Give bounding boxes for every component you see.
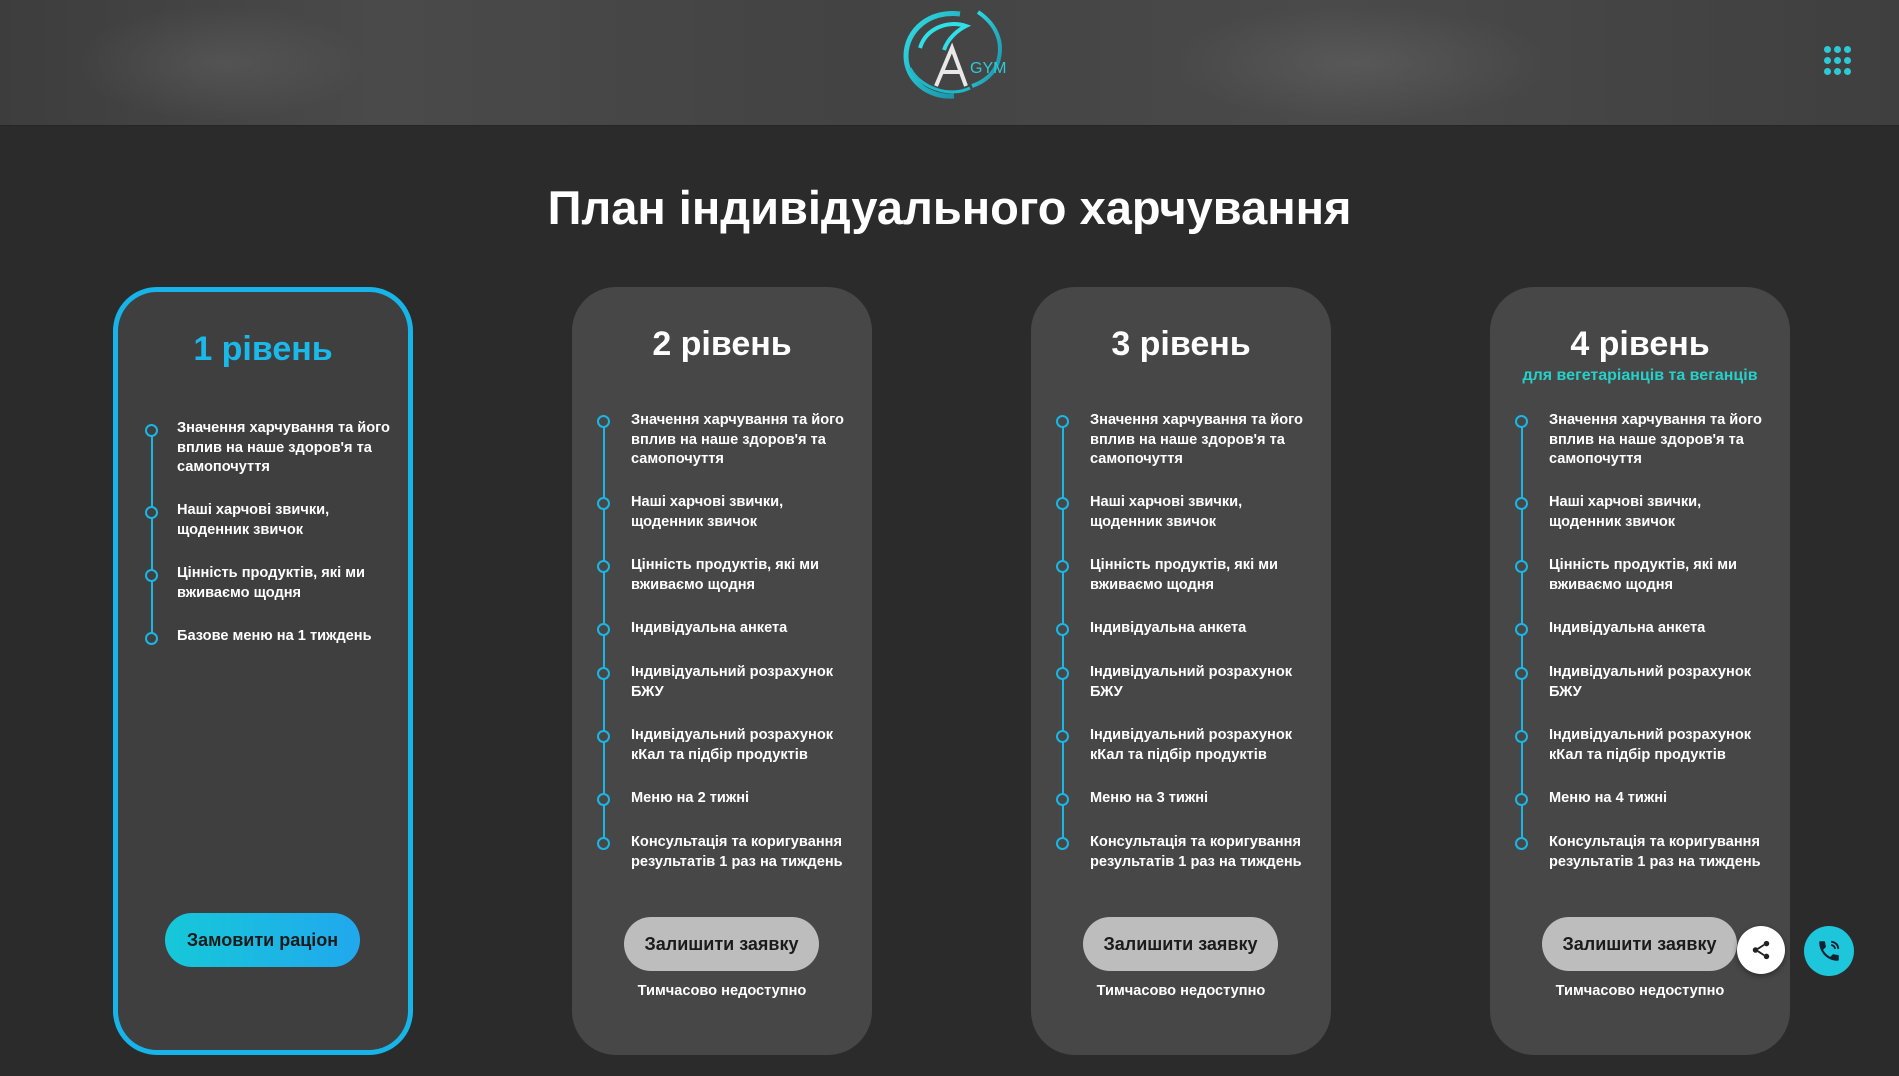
timeline-dot [145,569,158,582]
timeline-dot [145,632,158,645]
timeline-dot [1056,730,1069,743]
plan-title: 3 рівень [1111,325,1251,363]
feature-text: Консультація та коригування результатів … [631,834,843,870]
timeline-dot [1515,793,1528,806]
feature-text: Значення харчування та його вплив на наш… [1549,412,1762,467]
leave-request-button[interactable]: Залишити заявку [624,917,819,971]
share-button[interactable] [1737,926,1785,974]
feature-text: Консультація та коригування результатів … [1090,834,1302,870]
feature-text: Індивідуальний розрахунок кКал та підбір… [1090,727,1293,763]
timeline-dot [597,837,610,850]
order-ration-button[interactable]: Замовити раціон [165,913,360,967]
unavailable-note: Тимчасово недоступно [1555,983,1725,999]
plan-card-level-3: 3 рівень Значення харчування та його впл… [1031,287,1331,1055]
timeline-dot [1056,837,1069,850]
plan-subtitle: для вегетаріанців та веганців [1522,367,1758,384]
plan-title: 1 рівень [193,330,333,368]
timeline-dot [1515,730,1528,743]
share-icon [1752,940,1770,960]
timeline-dot [145,506,158,519]
feature-text: Цінність продуктів, які ми вживаємо щодн… [1549,557,1737,593]
timeline-dot [1515,667,1528,680]
timeline-dot [597,793,610,806]
timeline-line [151,428,153,638]
plan-title: 4 рівень [1570,325,1710,363]
site-header: GYM [0,0,1899,126]
feature-text: Індивідуальна анкета [631,620,788,636]
feature-text: Значення харчування та його вплив на наш… [177,420,390,475]
timeline-dot [1056,560,1069,573]
feature-text: Меню на 4 тижні [1549,790,1668,806]
feature-text: Цінність продуктів, які ми вживаємо щодн… [177,565,365,601]
page-title: План індивідуального харчування [547,181,1352,234]
timeline-dot [597,623,610,636]
feature-text: Цінність продуктів, які ми вживаємо щодн… [1090,557,1278,593]
timeline-dot [597,497,610,510]
logo-icon[interactable] [900,8,1012,100]
feature-text: Наші харчові звички, щоденник звичок [177,502,330,538]
feature-text: Індивідуальний розрахунок кКал та підбір… [1549,727,1752,763]
timeline-dot [597,560,610,573]
timeline-dot [1515,560,1528,573]
timeline-dot [1056,793,1069,806]
feature-text: Індивідуальний розрахунок БЖУ [1090,664,1293,700]
feature-text: Індивідуальний розрахунок БЖУ [631,664,834,700]
unavailable-note: Тимчасово недоступно [1096,983,1266,999]
unavailable-note: Тимчасово недоступно [637,983,807,999]
timeline-dot [1515,623,1528,636]
feature-text: Меню на 3 тижні [1090,790,1209,806]
feature-text: Індивідуальний розрахунок кКал та підбір… [631,727,834,763]
timeline-dot [597,730,610,743]
plan-title: 2 рівень [652,325,792,363]
logo-text: GYM [970,60,1007,77]
grid-menu-icon[interactable] [1824,46,1854,76]
leave-request-button[interactable]: Залишити заявку [1542,917,1737,971]
timeline-dot [597,667,610,680]
feature-text: Цінність продуктів, які ми вживаємо щодн… [631,557,819,593]
feature-text: Наші харчові звички, щоденник звичок [1549,494,1702,530]
timeline-dot [1056,623,1069,636]
feature-text: Базове меню на 1 тиждень [177,628,372,644]
feature-text: Індивідуальна анкета [1090,620,1247,636]
header-background-figure [1150,0,1570,126]
feature-text: Значення харчування та його вплив на наш… [631,412,844,467]
feature-text: Наші харчові звички, щоденник звичок [631,494,784,530]
timeline-dot [1515,497,1528,510]
header-background-figure [60,0,380,126]
feature-text: Індивідуальна анкета [1549,620,1706,636]
feature-text: Значення харчування та його вплив на наш… [1090,412,1303,467]
phone-icon [1819,940,1840,961]
timeline-dot [597,415,610,428]
feature-text: Меню на 2 тижні [631,790,750,806]
feature-text: Консультація та коригування результатів … [1549,834,1761,870]
feature-text: Наші харчові звички, щоденник звичок [1090,494,1243,530]
timeline-dot [145,424,158,437]
plan-card-level-2: 2 рівень Значення харчування та його впл… [572,287,872,1055]
timeline-dot [1056,415,1069,428]
timeline-dot [1056,497,1069,510]
timeline-dot [1056,667,1069,680]
timeline-dot [1515,837,1528,850]
timeline-dot [1515,415,1528,428]
leave-request-button[interactable]: Залишити заявку [1083,917,1278,971]
call-button[interactable] [1804,926,1854,976]
plan-card-level-1: 1 рівень Значення харчування та його впл… [113,287,413,1055]
feature-text: Індивідуальний розрахунок БЖУ [1549,664,1752,700]
